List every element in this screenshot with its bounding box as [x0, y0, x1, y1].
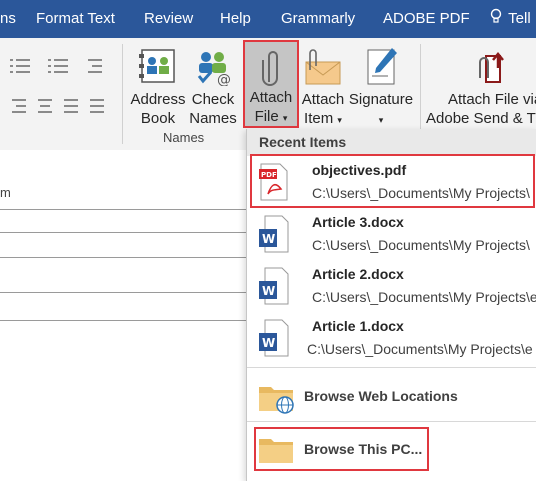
- tab-adobe-pdf[interactable]: ADOBE PDF: [383, 0, 470, 38]
- attach-via-adobe-label: Attach File via Adobe Send & T: [426, 91, 536, 127]
- field-line: [0, 209, 246, 210]
- signature-button[interactable]: Signature ▾: [346, 42, 416, 134]
- signature-icon: [367, 48, 397, 85]
- highlight-box: [250, 154, 535, 208]
- attach-item-label: Attach Item ▾: [301, 91, 345, 127]
- numbering-icon[interactable]: [48, 56, 78, 74]
- field-line: [0, 257, 246, 258]
- dropdown-arrow-icon: ▾: [282, 113, 288, 123]
- highlight-box: [254, 427, 429, 471]
- browse-web-label: Browse Web Locations: [304, 388, 458, 404]
- address-book-button[interactable]: Address Book: [128, 42, 188, 134]
- recent-item-path: C:\Users\_Documents\My Projects\e: [307, 341, 533, 357]
- menu-separator: [247, 367, 536, 368]
- tell-me[interactable]: Tell: [490, 0, 531, 38]
- tab-options[interactable]: ns: [0, 0, 16, 38]
- attach-file-label: Attach File ▾: [249, 89, 293, 125]
- recent-item[interactable]: W Article 2.docx C:\Users\_Documents\My …: [247, 260, 536, 312]
- tab-help[interactable]: Help: [220, 0, 251, 38]
- names-group-label: Names: [163, 130, 205, 145]
- folder-globe-icon: [259, 387, 294, 414]
- justify-icon[interactable]: [64, 96, 80, 114]
- ribbon-divider: [122, 44, 123, 144]
- paragraph-format-group: [0, 46, 120, 126]
- browse-web-locations[interactable]: Browse Web Locations: [247, 377, 536, 417]
- menu-separator: [247, 421, 536, 422]
- attach-via-adobe-button[interactable]: Attach File via Adobe Send & T: [424, 42, 536, 134]
- envelope-paperclip-icon: [305, 49, 341, 85]
- tab-grammarly[interactable]: Grammarly: [281, 0, 355, 38]
- recent-item-name: Article 2.docx: [312, 266, 404, 282]
- attach-item-button[interactable]: Attach Item ▾: [300, 42, 346, 134]
- align-left-icon[interactable]: [90, 96, 106, 114]
- field-line: [0, 320, 246, 321]
- tab-review[interactable]: Review: [144, 0, 193, 38]
- recent-items-header: Recent Items: [247, 129, 536, 156]
- bullets-icon[interactable]: [10, 56, 40, 74]
- decrease-indent-icon[interactable]: [88, 56, 102, 74]
- ribbon-tab-bar: ns Format Text Review Help Grammarly ADO…: [0, 0, 536, 38]
- paperclip-icon: [262, 51, 278, 86]
- svg-text:@: @: [217, 72, 231, 86]
- address-book-icon: [139, 49, 175, 83]
- svg-text:W: W: [262, 284, 275, 298]
- align-right-icon[interactable]: [12, 96, 28, 114]
- word-file-icon: W: [259, 319, 289, 357]
- recent-item[interactable]: W Article 3.docx C:\Users\_Documents\My …: [247, 208, 536, 260]
- attach-file-dropdown: Recent Items PDF objectives.pdf C:\Users…: [246, 129, 536, 481]
- check-names-label: Check Names: [189, 91, 237, 127]
- adobe-send-track-icon: [479, 52, 504, 83]
- align-center-icon[interactable]: [38, 96, 54, 114]
- attach-file-button[interactable]: Attach File ▾: [243, 40, 299, 128]
- word-file-icon: W: [259, 215, 289, 253]
- dropdown-arrow-icon: ▾: [378, 115, 384, 125]
- address-book-label: Address Book: [130, 91, 186, 127]
- svg-text:W: W: [262, 336, 275, 350]
- message-header-area: m: [0, 150, 246, 481]
- check-names-button[interactable]: @ Check Names: [188, 42, 238, 134]
- svg-text:W: W: [262, 232, 275, 246]
- field-line: [0, 292, 246, 293]
- field-line: [0, 232, 246, 233]
- tell-me-label: Tell: [508, 10, 531, 27]
- lightbulb-icon: [490, 0, 502, 38]
- recent-item-name: Article 3.docx: [312, 214, 404, 230]
- partial-field-label: m: [0, 185, 11, 200]
- signature-label: Signature ▾: [348, 91, 414, 125]
- dropdown-arrow-icon: ▾: [337, 115, 342, 125]
- tab-format-text[interactable]: Format Text: [36, 0, 115, 38]
- check-names-icon: @: [197, 52, 231, 86]
- recent-item[interactable]: W Article 1.docx C:\Users\_Documents\My …: [247, 312, 536, 364]
- recent-item-path: C:\Users\_Documents\My Projects\: [312, 237, 530, 253]
- recent-item-name: Article 1.docx: [312, 318, 404, 334]
- recent-item-path: C:\Users\_Documents\My Projects\e: [312, 289, 536, 305]
- word-file-icon: W: [259, 267, 289, 305]
